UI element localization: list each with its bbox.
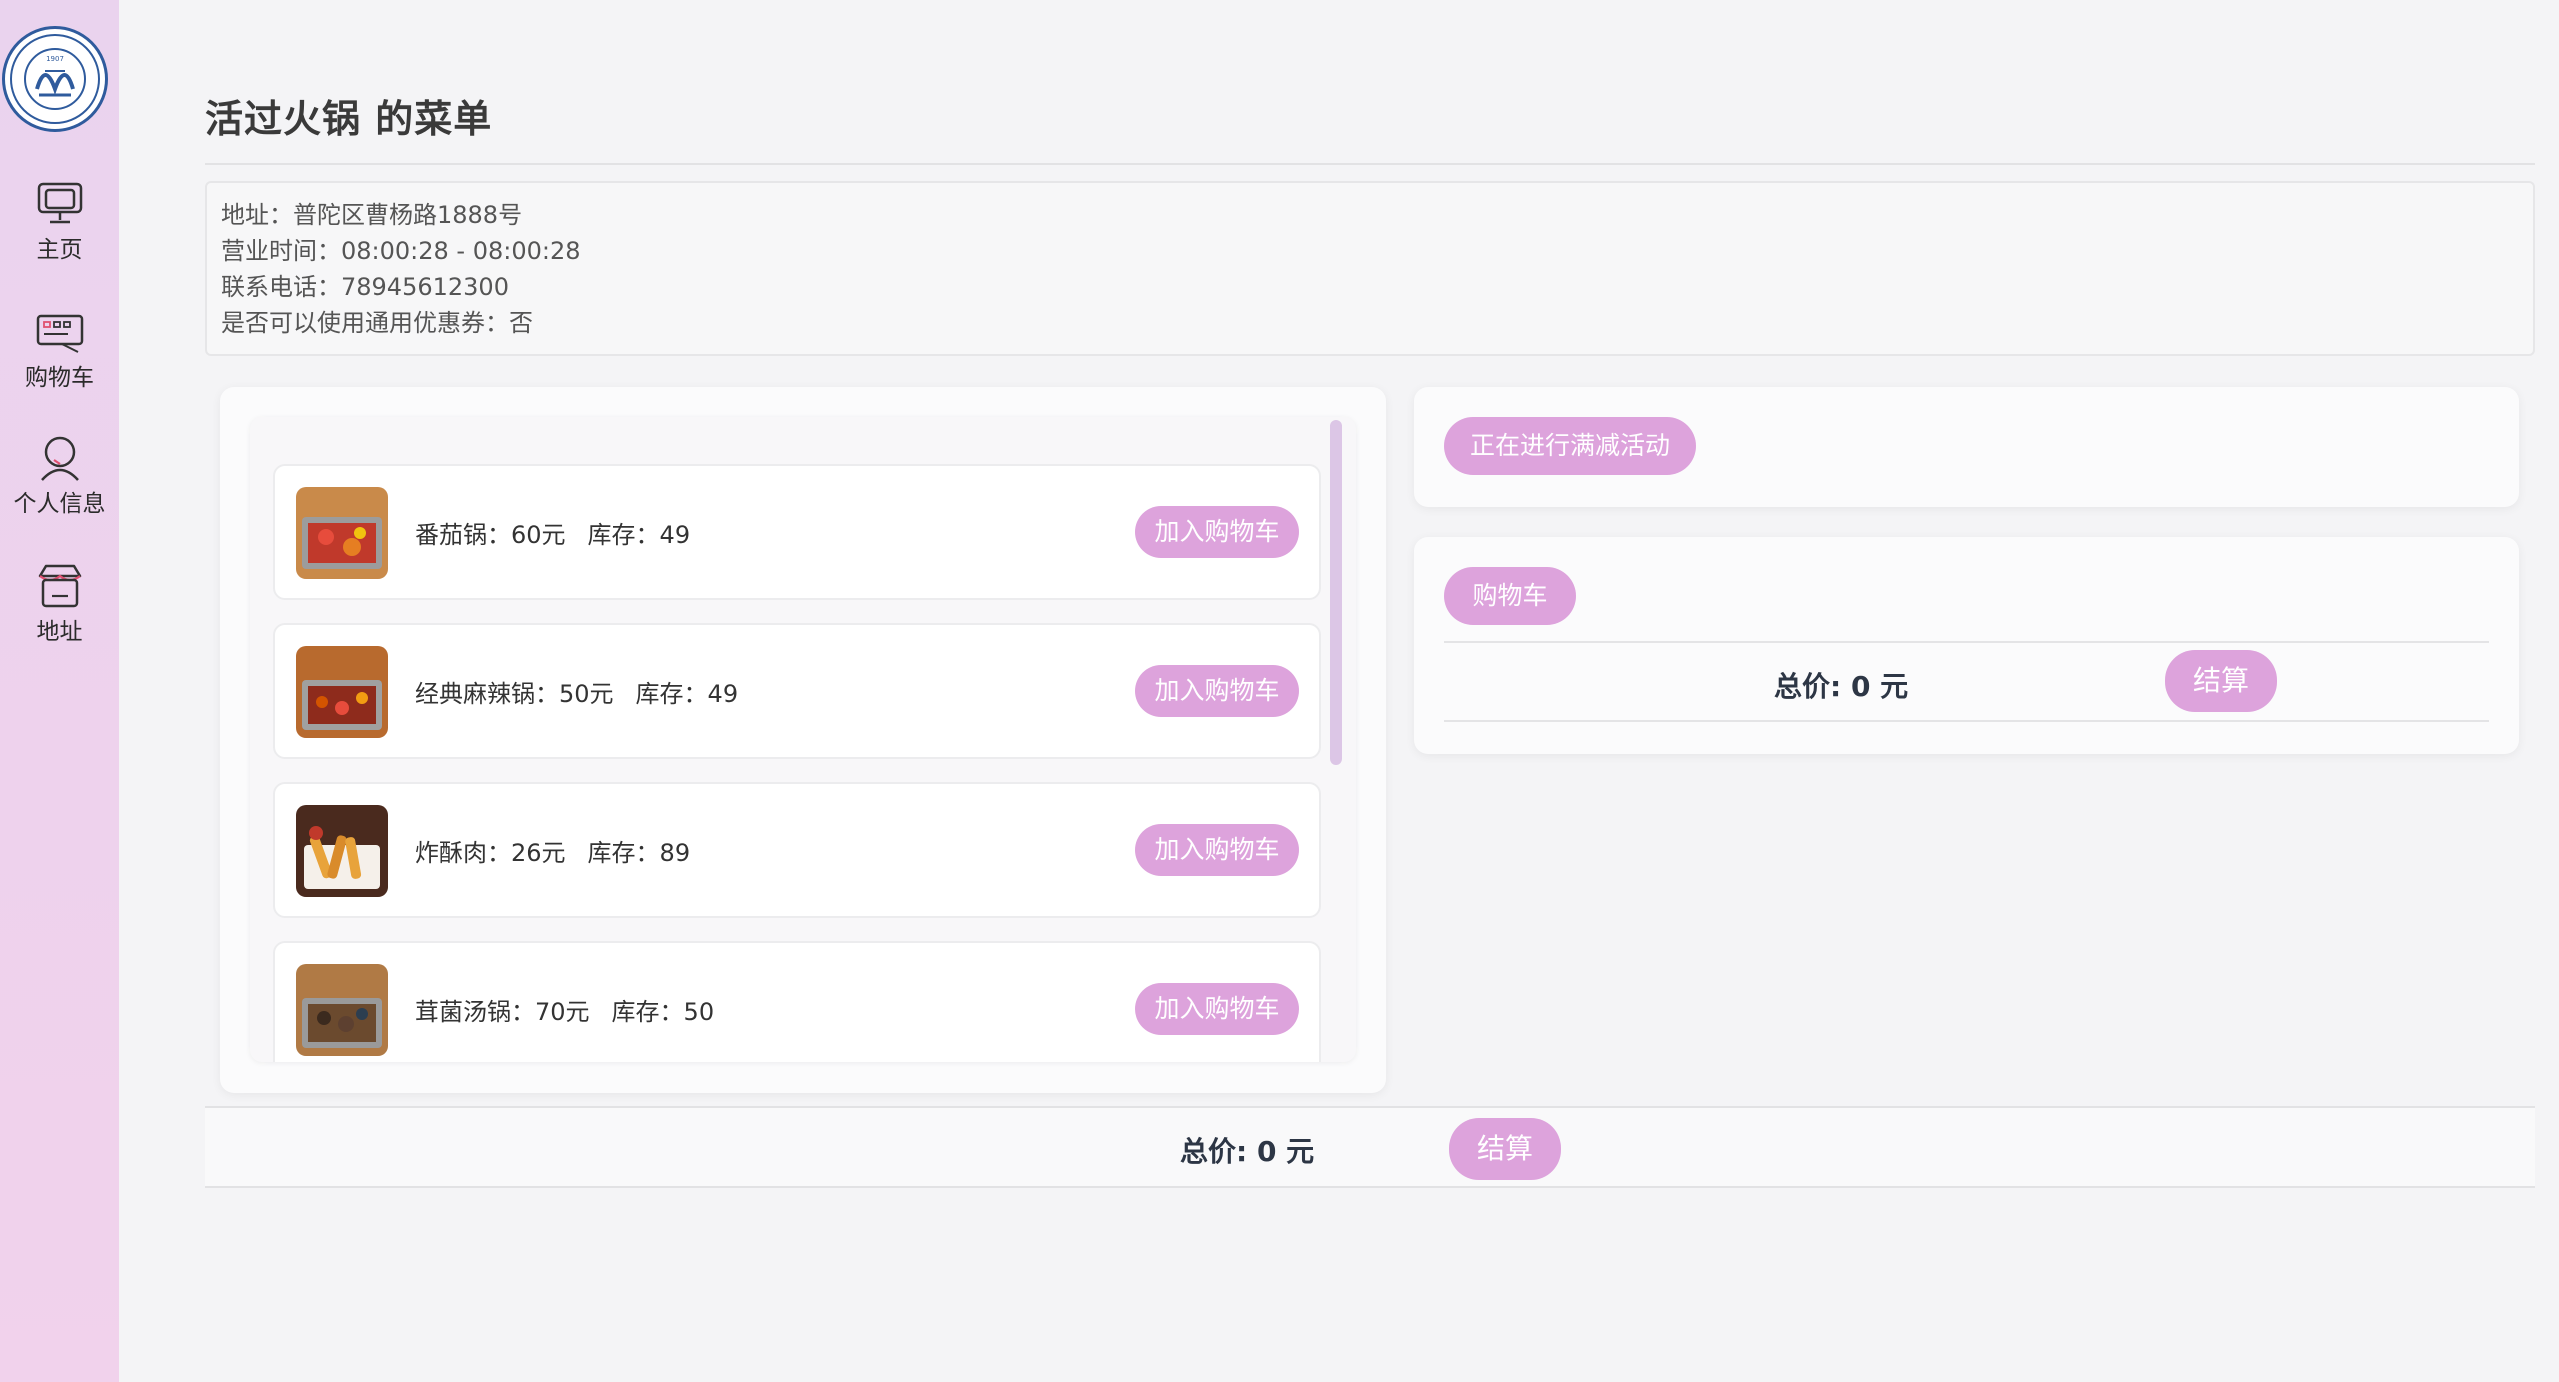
mushroom-hotpot-image: [296, 964, 388, 1056]
cart-divider-top: [1444, 641, 2489, 643]
tongji-seal-icon: 1907: [10, 34, 100, 124]
sidebar-item-home[interactable]: 主页: [0, 180, 119, 264]
dish-item: 茸菌汤锅：70元 库存：50 加入购物车: [273, 941, 1321, 1062]
dish-stock: 库存：49: [587, 520, 691, 549]
dish-name-price: 经典麻辣锅：50元: [415, 679, 614, 708]
store-icon: [38, 564, 81, 608]
promo-card: 正在进行满减活动: [1414, 387, 2519, 507]
dish-image: [296, 964, 388, 1056]
sidebar-item-label: 地址: [36, 619, 83, 645]
university-logo[interactable]: 1907: [2, 26, 108, 132]
cart-keyboard-icon: [36, 314, 83, 353]
add-to-cart-button[interactable]: 加入购物车: [1135, 983, 1299, 1035]
dish-text: 番茄锅：60元 库存：49: [415, 466, 690, 598]
cart-divider-bottom: [1444, 720, 2489, 722]
svg-text:1907: 1907: [46, 55, 64, 63]
sidebar-item-cart[interactable]: 购物车: [0, 308, 119, 392]
address-text: 地址：普陀区曹杨路1888号: [221, 201, 523, 229]
dish-item: 番茄锅：60元 库存：49 加入购物车: [273, 464, 1321, 600]
sidebar-item-profile[interactable]: 个人信息: [0, 434, 119, 518]
tomato-hotpot-image: [296, 487, 388, 579]
hours-text: 营业时间：08:00:28 - 08:00:28: [221, 237, 581, 265]
dish-name-price: 炸酥肉：26元: [415, 838, 566, 867]
sidebar-item-address[interactable]: 地址: [0, 562, 119, 646]
add-to-cart-button[interactable]: 加入购物车: [1135, 665, 1299, 717]
promotion-button[interactable]: 正在进行满减活动: [1444, 417, 1696, 475]
footer-checkout-button[interactable]: 结算: [1449, 1118, 1561, 1180]
dish-item: 经典麻辣锅：50元 库存：49 加入购物车: [273, 623, 1321, 759]
sidebar-item-label: 个人信息: [13, 491, 106, 517]
cart-button[interactable]: 购物车: [1444, 567, 1576, 625]
dish-list[interactable]: 番茄锅：60元 库存：49 加入购物车 经典麻辣锅：50元 库存：49 加入购物…: [250, 417, 1356, 1062]
dish-image: [296, 646, 388, 738]
dish-list-scrollbar[interactable]: [1330, 420, 1342, 765]
spicy-hotpot-image: [296, 646, 388, 738]
title-divider: [205, 163, 2535, 165]
fried-pork-image: [296, 805, 388, 897]
cart-card: 购物车 总价: 0 元 结算: [1414, 537, 2519, 754]
restaurant-info: 地址：普陀区曹杨路1888号 营业时间：08:00:28 - 08:00:28 …: [205, 181, 2535, 356]
main-content: 活过火锅 的菜单 地址：普陀区曹杨路1888号 营业时间：08:00:28 - …: [119, 0, 2559, 1382]
menu-card: 番茄锅：60元 库存：49 加入购物车 经典麻辣锅：50元 库存：49 加入购物…: [220, 387, 1386, 1093]
dish-stock: 库存：89: [587, 838, 691, 867]
coupon-text: 是否可以使用通用优惠券：否: [221, 309, 533, 337]
add-to-cart-button[interactable]: 加入购物车: [1135, 506, 1299, 558]
sidebar-item-label: 购物车: [25, 365, 94, 391]
dish-image: [296, 805, 388, 897]
user-icon: [40, 436, 79, 481]
home-monitor-icon: [37, 182, 82, 224]
dish-stock: 库存：50: [611, 997, 715, 1026]
cart-total: 总价: 0 元: [1774, 670, 1909, 703]
add-to-cart-button[interactable]: 加入购物车: [1135, 824, 1299, 876]
dish-name-price: 番茄锅：60元: [415, 520, 566, 549]
sidebar-item-label: 主页: [36, 237, 83, 263]
dish-name-price: 茸菌汤锅：70元: [415, 997, 590, 1026]
dish-text: 茸菌汤锅：70元 库存：50: [415, 943, 714, 1062]
checkout-bar: 总价: 0 元 结算: [205, 1106, 2535, 1188]
dish-stock: 库存：49: [635, 679, 739, 708]
dish-text: 炸酥肉：26元 库存：89: [415, 784, 690, 916]
dish-item: 炸酥肉：26元 库存：89 加入购物车: [273, 782, 1321, 918]
dish-text: 经典麻辣锅：50元 库存：49: [415, 625, 738, 757]
footer-total: 总价: 0 元: [1180, 1135, 1315, 1168]
sidebar: 1907 主页 购物车 个人信息 地址: [0, 0, 119, 1382]
cart-checkout-button[interactable]: 结算: [2165, 650, 2277, 712]
page-title: 活过火锅 的菜单: [205, 97, 493, 141]
dish-image: [296, 487, 388, 579]
phone-text: 联系电话：78945612300: [221, 273, 509, 301]
